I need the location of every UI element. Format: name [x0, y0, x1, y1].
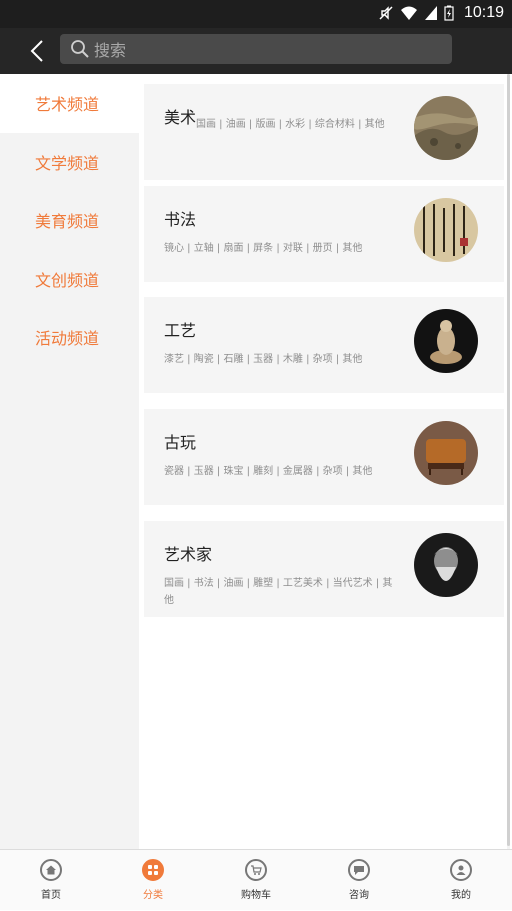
- search-icon: [71, 40, 89, 58]
- card-subcategories: 漆艺 | 陶瓷 | 石雕 | 玉器 | 木雕 | 杂项 | 其他: [164, 354, 363, 365]
- category-card-fine-art[interactable]: 美术 国画 | 油画 | 版画 | 水彩 | 综合材料 | 其他: [144, 84, 504, 180]
- card-subcategories: 镜心 | 立轴 | 扇面 | 屏条 | 对联 | 册页 | 其他: [164, 243, 363, 254]
- bottom-tab-bar: 首页 分类 购物车 咨询 我的: [0, 849, 512, 910]
- card-title: 书法: [164, 210, 197, 229]
- tab-label: 我的: [451, 890, 471, 901]
- sidebar-item-label: 美育频道: [35, 212, 100, 232]
- search-placeholder: 搜索: [94, 41, 127, 60]
- antique-box-image: [414, 421, 478, 485]
- tab-consult[interactable]: 咨询: [308, 850, 410, 911]
- sidebar-item-label: 艺术频道: [35, 95, 100, 115]
- status-bar: 10:19: [0, 0, 512, 28]
- card-title: 工艺: [164, 321, 197, 340]
- tab-profile[interactable]: 我的: [410, 850, 512, 911]
- category-icon: [142, 859, 164, 881]
- status-icons: 10:19: [378, 4, 504, 22]
- clock: 10:19: [463, 4, 504, 21]
- battery-icon: [444, 5, 454, 21]
- tab-cart[interactable]: 购物车: [205, 850, 307, 911]
- card-title: 艺术家: [164, 545, 213, 564]
- category-card-calligraphy[interactable]: 书法 镜心 | 立轴 | 扇面 | 屏条 | 对联 | 册页 | 其他: [144, 186, 504, 282]
- category-card-craft[interactable]: 工艺 漆艺 | 陶瓷 | 石雕 | 玉器 | 木雕 | 杂项 | 其他: [144, 297, 504, 393]
- card-subcategories: 瓷器 | 玉器 | 珠宝 | 雕刻 | 金属器 | 杂项 | 其他: [164, 466, 373, 477]
- category-list[interactable]: 美术 国画 | 油画 | 版画 | 水彩 | 综合材料 | 其他 书法 镜心 |…: [139, 74, 512, 849]
- sidebar-item-label: 文学频道: [35, 153, 100, 173]
- tab-label: 咨询: [349, 890, 369, 901]
- artist-portrait-image: [414, 533, 478, 597]
- sidebar-item-label: 文创频道: [35, 270, 100, 290]
- sidebar-item-aesthetic-education[interactable]: 美育频道: [0, 191, 139, 250]
- category-card-antiques[interactable]: 古玩 瓷器 | 玉器 | 珠宝 | 雕刻 | 金属器 | 杂项 | 其他: [144, 409, 504, 505]
- sidebar-item-art[interactable]: 艺术频道: [0, 74, 139, 133]
- carved-figure-image: [414, 309, 478, 373]
- category-card-artists[interactable]: 艺术家 国画 | 书法 | 油画 | 雕塑 | 工艺美术 | 当代艺术 | 其他: [144, 521, 504, 617]
- top-bar: 搜索: [0, 28, 512, 74]
- tab-home[interactable]: 首页: [0, 850, 102, 911]
- tab-label: 首页: [41, 890, 61, 901]
- sidebar-item-literature[interactable]: 文学频道: [0, 133, 139, 192]
- tab-label: 购物车: [241, 890, 271, 901]
- card-subcategories: 国画 | 书法 | 油画 | 雕塑 | 工艺美术 | 当代艺术 | 其他: [164, 578, 393, 606]
- chat-icon: [348, 859, 370, 881]
- scrollbar-thumb[interactable]: [507, 74, 510, 846]
- landscape-painting-image: [414, 96, 478, 160]
- back-button[interactable]: [22, 36, 52, 66]
- signal-icon: [424, 5, 438, 21]
- tab-label: 分类: [143, 890, 163, 901]
- wifi-icon: [400, 5, 418, 21]
- user-icon: [450, 859, 472, 881]
- cart-icon: [245, 859, 267, 881]
- tab-category[interactable]: 分类: [102, 850, 204, 911]
- card-title: 美术: [164, 108, 197, 127]
- home-icon: [40, 859, 62, 881]
- sidebar-item-cultural-creative[interactable]: 文创频道: [0, 250, 139, 309]
- card-subcategories: 国画 | 油画 | 版画 | 水彩 | 综合材料 | 其他: [196, 119, 385, 130]
- channel-sidebar: 艺术频道 文学频道 美育频道 文创频道 活动频道: [0, 74, 139, 849]
- calligraphy-scroll-image: [414, 198, 478, 262]
- card-title: 古玩: [164, 433, 197, 452]
- sidebar-item-events[interactable]: 活动频道: [0, 308, 139, 367]
- sidebar-item-label: 活动频道: [35, 329, 100, 349]
- mute-icon: [378, 5, 394, 21]
- search-input[interactable]: 搜索: [60, 34, 452, 64]
- chevron-left-icon: [30, 40, 43, 62]
